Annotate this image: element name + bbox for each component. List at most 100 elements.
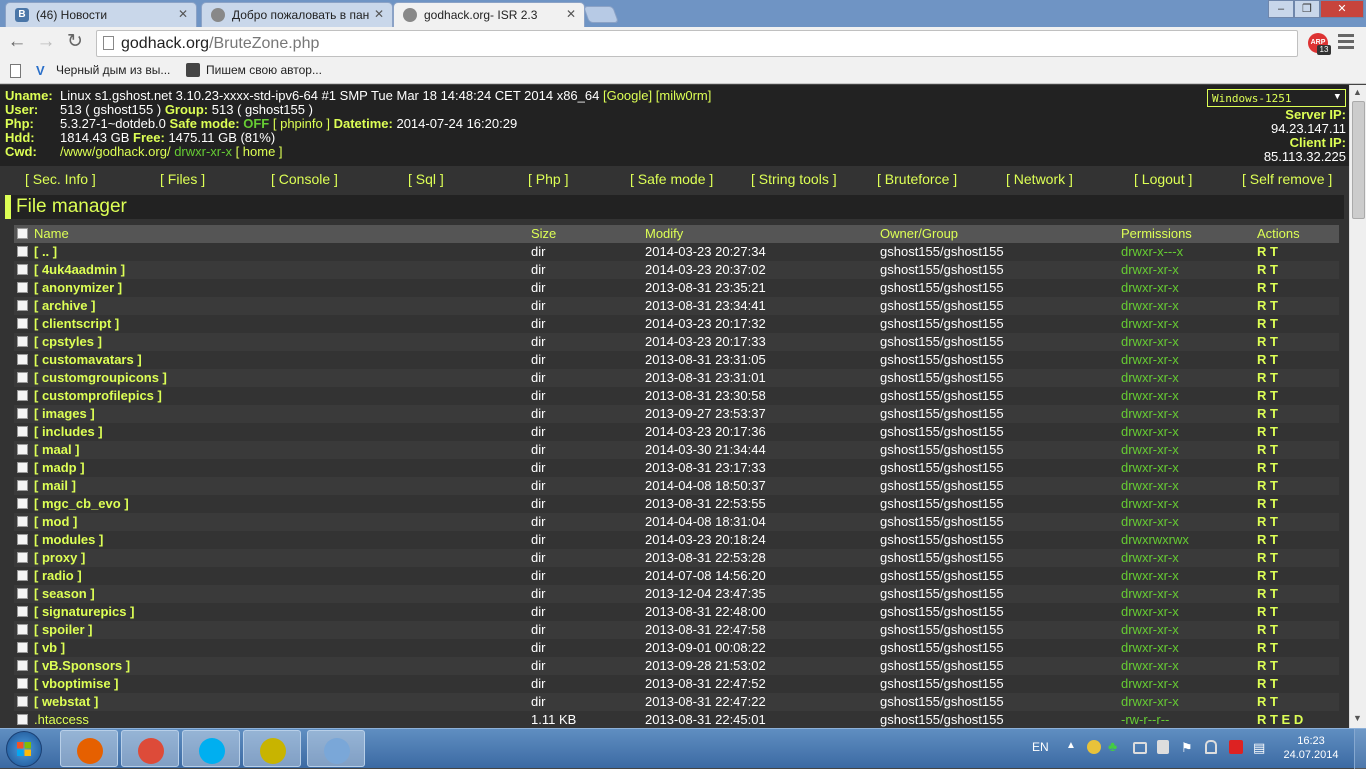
row-checkbox[interactable]: [17, 552, 28, 563]
tab-welcome[interactable]: Добро пожаловать в пан ✕: [201, 2, 393, 27]
file-permissions[interactable]: -rw-r--r--: [1121, 711, 1169, 728]
col-modify[interactable]: Modify: [645, 225, 683, 243]
folder-link[interactable]: [ spoiler ]: [34, 621, 93, 639]
menu-network[interactable]: [ Network ]: [1006, 171, 1073, 187]
folder-link[interactable]: [ proxy ]: [34, 549, 85, 567]
file-actions[interactable]: R T: [1257, 495, 1278, 513]
folder-link[interactable]: [ mgc_cb_evo ]: [34, 495, 129, 513]
folder-link[interactable]: [ vB.Sponsors ]: [34, 657, 130, 675]
row-checkbox[interactable]: [17, 462, 28, 473]
menu-sec-info[interactable]: [ Sec. Info ]: [25, 171, 96, 187]
menu-self-remove[interactable]: [ Self remove ]: [1242, 171, 1332, 187]
window-close-button[interactable]: ✕: [1320, 0, 1364, 18]
file-actions[interactable]: R T: [1257, 243, 1278, 261]
file-permissions[interactable]: drwxr-xr-x: [1121, 261, 1179, 279]
row-checkbox[interactable]: [17, 426, 28, 437]
row-checkbox[interactable]: [17, 606, 28, 617]
row-checkbox[interactable]: [17, 570, 28, 581]
apps-page-icon[interactable]: [10, 64, 21, 78]
row-checkbox[interactable]: [17, 408, 28, 419]
menu-files[interactable]: [ Files ]: [160, 171, 205, 187]
row-checkbox[interactable]: [17, 318, 28, 329]
file-permissions[interactable]: drwxr-xr-x: [1121, 657, 1179, 675]
file-permissions[interactable]: drwxr-xr-x: [1121, 405, 1179, 423]
col-name[interactable]: Name: [34, 225, 69, 243]
close-icon[interactable]: ✕: [374, 7, 384, 21]
file-permissions[interactable]: drwxrwxrwx: [1121, 531, 1189, 549]
file-actions[interactable]: R T: [1257, 549, 1278, 567]
phpinfo-link[interactable]: [ phpinfo ]: [273, 116, 330, 131]
network-icon[interactable]: ▤: [1253, 740, 1265, 756]
menu-php[interactable]: [ Php ]: [528, 171, 568, 187]
folder-link[interactable]: [ mod ]: [34, 513, 77, 531]
taskbar-app-button[interactable]: [307, 730, 365, 767]
menu-sql[interactable]: [ Sql ]: [408, 171, 444, 187]
row-checkbox[interactable]: [17, 354, 28, 365]
folder-link[interactable]: [ webstat ]: [34, 693, 98, 711]
folder-link[interactable]: [ customgroupicons ]: [34, 369, 167, 387]
row-checkbox[interactable]: [17, 714, 28, 725]
file-actions[interactable]: R T: [1257, 333, 1278, 351]
close-icon[interactable]: ✕: [178, 7, 188, 21]
row-checkbox[interactable]: [17, 246, 28, 257]
address-bar[interactable]: godhack.org/BruteZone.php: [96, 30, 1298, 57]
back-icon[interactable]: ←: [6, 32, 28, 54]
tray-expand-icon[interactable]: ▲: [1066, 740, 1076, 751]
scroll-down-icon[interactable]: ▼: [1353, 713, 1362, 723]
folder-link[interactable]: [ anonymizer ]: [34, 279, 122, 297]
file-permissions[interactable]: drwxr-xr-x: [1121, 387, 1179, 405]
file-permissions[interactable]: drwxr-xr-x: [1121, 333, 1179, 351]
folder-link[interactable]: [ vboptimise ]: [34, 675, 119, 693]
file-actions[interactable]: R T: [1257, 315, 1278, 333]
file-permissions[interactable]: drwxr-xr-x: [1121, 693, 1179, 711]
menu-bruteforce[interactable]: [ Bruteforce ]: [877, 171, 957, 187]
col-permissions[interactable]: Permissions: [1121, 225, 1192, 243]
maximize-button[interactable]: ❐: [1294, 0, 1320, 18]
folder-link[interactable]: [ .. ]: [34, 243, 57, 261]
minimize-button[interactable]: –: [1268, 0, 1294, 18]
file-actions[interactable]: R T: [1257, 621, 1278, 639]
taskbar-app-button[interactable]: [243, 730, 301, 767]
file-actions[interactable]: R T: [1257, 675, 1278, 693]
folder-link[interactable]: [ mail ]: [34, 477, 76, 495]
tray-app-icon[interactable]: [1087, 740, 1101, 754]
file-permissions[interactable]: drwxr-xr-x: [1121, 639, 1179, 657]
file-actions[interactable]: R T: [1257, 693, 1278, 711]
file-permissions[interactable]: drwxr-xr-x: [1121, 603, 1179, 621]
new-tab-button[interactable]: [582, 6, 620, 23]
reload-icon[interactable]: ↻: [64, 32, 86, 54]
taskbar-app-button[interactable]: [121, 730, 179, 767]
folder-link[interactable]: [ radio ]: [34, 567, 82, 585]
menu-icon[interactable]: [1338, 34, 1354, 50]
file-actions[interactable]: R T: [1257, 603, 1278, 621]
file-actions[interactable]: R T: [1257, 441, 1278, 459]
col-owner[interactable]: Owner/Group: [880, 225, 958, 243]
folder-link[interactable]: [ customavatars ]: [34, 351, 142, 369]
forward-icon[interactable]: →: [35, 32, 57, 54]
row-checkbox[interactable]: [17, 444, 28, 455]
file-permissions[interactable]: drwxr-xr-x: [1121, 369, 1179, 387]
file-permissions[interactable]: drwxr-xr-x: [1121, 585, 1179, 603]
file-actions[interactable]: R T: [1257, 387, 1278, 405]
tab-news[interactable]: B (46) Новости ✕: [5, 2, 197, 27]
row-checkbox[interactable]: [17, 498, 28, 509]
file-permissions[interactable]: drwxr-xr-x: [1121, 495, 1179, 513]
file-permissions[interactable]: drwxr-xr-x: [1121, 549, 1179, 567]
row-checkbox[interactable]: [17, 660, 28, 671]
row-checkbox[interactable]: [17, 300, 28, 311]
milw0rm-link[interactable]: [milw0rm]: [656, 88, 712, 103]
file-permissions[interactable]: drwxr-x---x: [1121, 243, 1183, 261]
row-checkbox[interactable]: [17, 336, 28, 347]
row-checkbox[interactable]: [17, 588, 28, 599]
folder-link[interactable]: [ includes ]: [34, 423, 103, 441]
keyboard-icon[interactable]: [1133, 742, 1147, 754]
file-actions[interactable]: R T: [1257, 567, 1278, 585]
pdf-icon[interactable]: [1229, 740, 1243, 754]
row-checkbox[interactable]: [17, 516, 28, 527]
file-actions[interactable]: R T: [1257, 585, 1278, 603]
folder-link[interactable]: [ season ]: [34, 585, 95, 603]
row-checkbox[interactable]: [17, 282, 28, 293]
file-actions[interactable]: R T: [1257, 351, 1278, 369]
file-actions[interactable]: R T: [1257, 297, 1278, 315]
menu-string-tools[interactable]: [ String tools ]: [751, 171, 837, 187]
